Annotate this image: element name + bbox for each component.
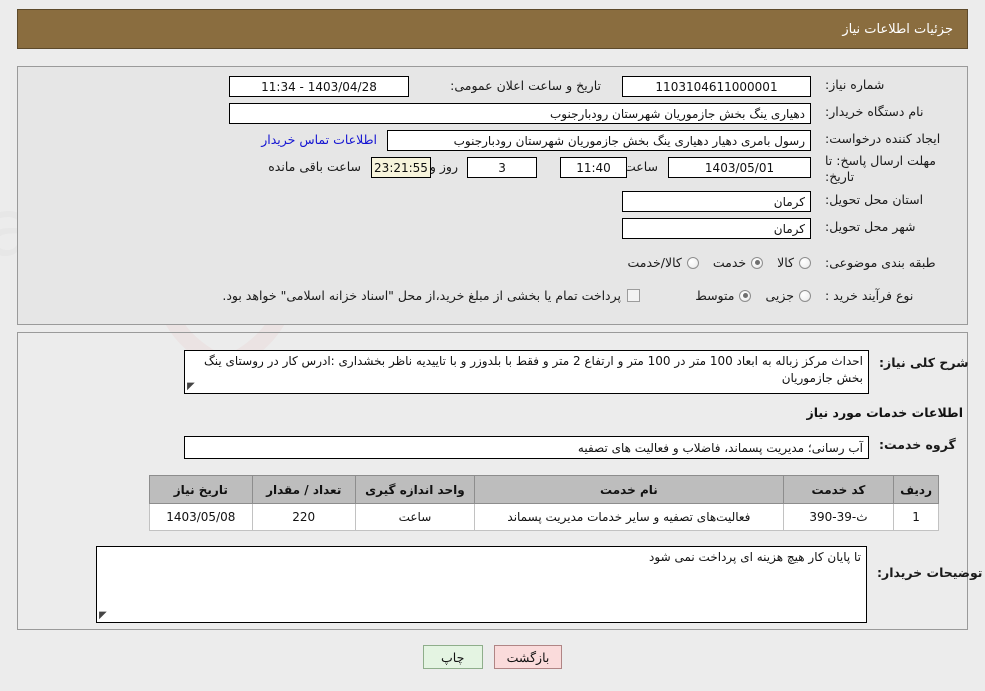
delivery-province-label: استان محل تحویل:: [825, 192, 924, 207]
cell-service-code: ث-39-390: [782, 503, 895, 531]
general-description-textarea[interactable]: احداث مرکز زباله به ابعاد 100 متر در 100…: [184, 350, 869, 394]
delivery-city-label-wrap: شهر محل تحویل:: [819, 219, 967, 234]
buyer-org-field[interactable]: دهیاری ینگ بخش جازموریان شهرستان رودبارج…: [229, 103, 811, 124]
resize-grip-icon[interactable]: ◥: [99, 610, 109, 621]
buyer-notes-textarea[interactable]: تا پایان کار هیچ هزینه ای پرداخت نمی شود…: [96, 546, 867, 623]
services-panel: شرح کلی نیاز: احداث مرکز زباله به ابعاد …: [17, 332, 983, 630]
delivery-province-label-wrap: استان محل تحویل:: [819, 192, 967, 207]
process-option-jozei[interactable]: جزیی: [765, 288, 811, 303]
cell-radif: 1: [893, 503, 939, 531]
treasury-bond-checkbox-row[interactable]: پرداخت تمام یا بخشی از مبلغ خرید،از محل …: [222, 288, 640, 303]
page-header: جزئیات اطلاعات نیاز: [17, 9, 968, 49]
service-group-label: گروه خدمت:: [879, 437, 956, 452]
radio-icon[interactable]: [686, 256, 699, 269]
process-type-radio-group: جزیی متوسط: [681, 288, 811, 303]
delivery-city-label: شهر محل تحویل:: [825, 219, 916, 234]
deadline-time-field[interactable]: 11:40: [560, 157, 627, 178]
radio-icon[interactable]: [739, 289, 752, 302]
service-group-label-wrap: گروه خدمت:: [873, 437, 963, 452]
category-option-kala-khedmat[interactable]: کالا/خدمت: [627, 255, 699, 270]
general-description-text: احداث مرکز زباله به ابعاد 100 متر در 100…: [203, 354, 863, 386]
process-type-label-wrap: نوع فرآیند خرید :: [819, 288, 967, 303]
requester-label: ایجاد کننده درخواست:: [825, 131, 941, 146]
table-header-row: ردیف کد خدمت نام خدمت واحد اندازه گیری ت…: [149, 475, 939, 504]
deadline-date-field[interactable]: 1403/05/01: [668, 157, 811, 178]
cell-quantity: 220: [251, 503, 356, 531]
process-type-label: نوع فرآیند خرید :: [825, 288, 914, 303]
general-description-label: شرح کلی نیاز:: [879, 355, 969, 370]
general-description-label-wrap: شرح کلی نیاز:: [873, 355, 968, 370]
buyer-notes-text: تا پایان کار هیچ هزینه ای پرداخت نمی شود: [649, 550, 861, 564]
th-service-code: کد خدمت: [782, 475, 895, 504]
print-button[interactable]: چاپ: [422, 645, 483, 669]
th-service-name: نام خدمت: [474, 475, 784, 504]
delivery-city-field[interactable]: کرمان: [622, 218, 811, 239]
process-option-motavaset[interactable]: متوسط: [695, 288, 752, 303]
cell-service-name: فعالیت‌های تصفیه و سایر خدمات مدیریت پسم…: [474, 503, 784, 531]
category-label-wrap: طبقه بندی موضوعی:: [819, 255, 967, 270]
category-option-khedmat[interactable]: خدمت: [712, 255, 764, 270]
th-quantity: تعداد / مقدار: [251, 475, 356, 504]
buyer-org-label: نام دستگاه خریدار:: [825, 104, 924, 119]
requester-label-wrap: ایجاد کننده درخواست:: [819, 131, 967, 146]
deadline-days-field[interactable]: 3: [467, 157, 537, 178]
radio-icon[interactable]: [751, 256, 764, 269]
cell-unit: ساعت: [354, 503, 476, 531]
category-label: طبقه بندی موضوعی:: [825, 255, 936, 270]
deadline-label-wrap: مهلت ارسال پاسخ: تا تاریخ:: [819, 153, 967, 184]
need-number-field[interactable]: 1103104611000001: [622, 76, 811, 97]
table-row: 1 ث-39-390 فعالیت‌های تصفیه و سایر خدمات…: [149, 503, 939, 531]
category-option-label: خدمت: [712, 255, 747, 270]
requester-field[interactable]: رسول بامری دهیار دهیاری ینگ بخش جازموریا…: [387, 130, 811, 151]
category-radio-group: کالا خدمت کالا/خدمت: [613, 255, 811, 270]
deadline-label: مهلت ارسال پاسخ: تا تاریخ:: [825, 153, 936, 184]
page-root: AriaTender.net جزئیات اطلاعات نیاز شماره…: [0, 0, 985, 691]
resize-grip-icon[interactable]: ◥: [187, 381, 197, 392]
delivery-province-field[interactable]: کرمان: [622, 191, 811, 212]
category-option-kala[interactable]: کالا: [777, 255, 811, 270]
category-option-label: کالا: [777, 255, 794, 270]
radio-icon[interactable]: [799, 289, 811, 302]
need-info-panel: شماره نیاز: 1103104611000001 تاریخ و ساع…: [17, 66, 968, 325]
public-announce-label: تاریخ و ساعت اعلان عمومی:: [450, 78, 601, 93]
services-section-title: اطلاعات خدمات مورد نیاز: [806, 405, 964, 420]
buyer-notes-label-wrap: توضیحات خریدار:: [871, 565, 983, 580]
process-option-label: متوسط: [695, 288, 735, 303]
th-need-date: تاریخ نیاز: [149, 475, 253, 504]
footer-button-bar: بازگشت چاپ: [0, 645, 985, 669]
treasury-bond-checkbox-label: پرداخت تمام یا بخشی از مبلغ خرید،از محل …: [222, 288, 621, 303]
cell-need-date: 1403/05/08: [149, 503, 253, 531]
th-radif: ردیف: [893, 475, 939, 504]
checkbox-icon[interactable]: [627, 289, 640, 302]
deadline-countdown-label: ساعت باقی مانده: [268, 159, 361, 174]
category-option-label: کالا/خدمت: [627, 255, 682, 270]
process-option-label: جزیی: [765, 288, 794, 303]
buyer-org-label-wrap: نام دستگاه خریدار:: [819, 104, 967, 119]
deadline-countdown-field: 23:21:55: [371, 157, 431, 178]
buyer-notes-label: توضیحات خریدار:: [877, 565, 983, 580]
back-button[interactable]: بازگشت: [493, 645, 563, 669]
radio-icon[interactable]: [799, 256, 811, 269]
public-announce-field[interactable]: 1403/04/28 - 11:34: [229, 76, 409, 97]
page-title: جزئیات اطلاعات نیاز: [842, 21, 953, 37]
need-number-label-wrap: شماره نیاز:: [819, 77, 967, 92]
th-unit: واحد اندازه گیری: [354, 475, 476, 504]
need-number-label: شماره نیاز:: [825, 77, 885, 92]
buyer-contact-link[interactable]: اطلاعات تماس خریدار: [261, 132, 377, 147]
services-table: ردیف کد خدمت نام خدمت واحد اندازه گیری ت…: [149, 475, 939, 531]
service-group-field[interactable]: آب رسانی؛ مدیریت پسماند، فاضلاب و فعالیت…: [184, 436, 869, 459]
